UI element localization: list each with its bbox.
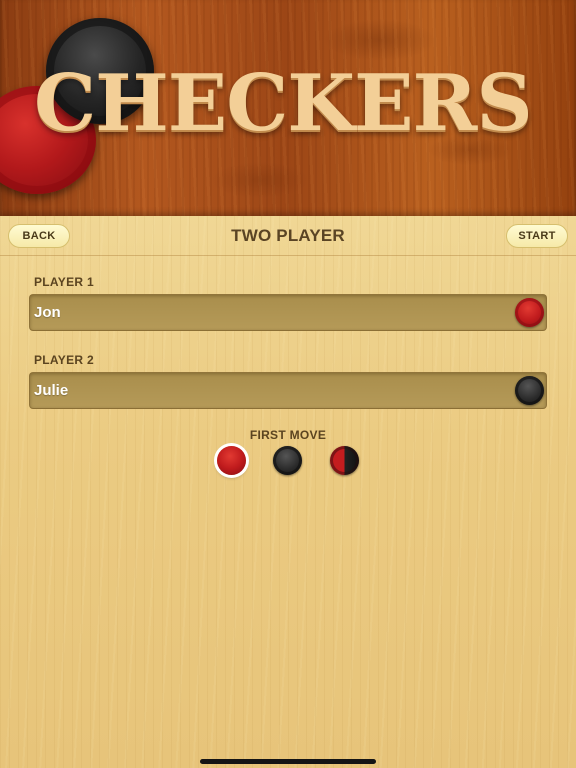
start-button[interactable]: START — [506, 224, 568, 248]
player-2-name: Julie — [34, 382, 69, 399]
first-move-black-option-icon[interactable] — [273, 446, 302, 475]
page-title: TWO PLAYER — [231, 226, 345, 245]
back-button[interactable]: BACK — [8, 224, 70, 248]
first-move-random-option-icon[interactable] — [330, 446, 359, 475]
player-2-name-field[interactable]: Julie — [29, 372, 547, 409]
game-logo-title: CHECKERS — [34, 58, 533, 149]
player-1-label: PLAYER 1 — [34, 275, 94, 289]
first-move-label: FIRST MOVE — [249, 428, 327, 442]
nav-bar: BACK TWO PLAYER START — [0, 216, 576, 256]
player-2-label: PLAYER 2 — [34, 353, 94, 367]
red-piece-icon[interactable] — [515, 298, 544, 327]
first-move-red-option-icon[interactable] — [217, 446, 246, 475]
settings-panel: BACK TWO PLAYER START PLAYER 1 Jon PLAYE… — [0, 216, 576, 768]
home-indicator — [200, 759, 376, 764]
header-banner: CHECKERS — [0, 0, 576, 216]
player-1-name-field[interactable]: Jon — [29, 294, 547, 331]
player-1-name: Jon — [34, 304, 61, 321]
black-piece-icon[interactable] — [515, 376, 544, 405]
